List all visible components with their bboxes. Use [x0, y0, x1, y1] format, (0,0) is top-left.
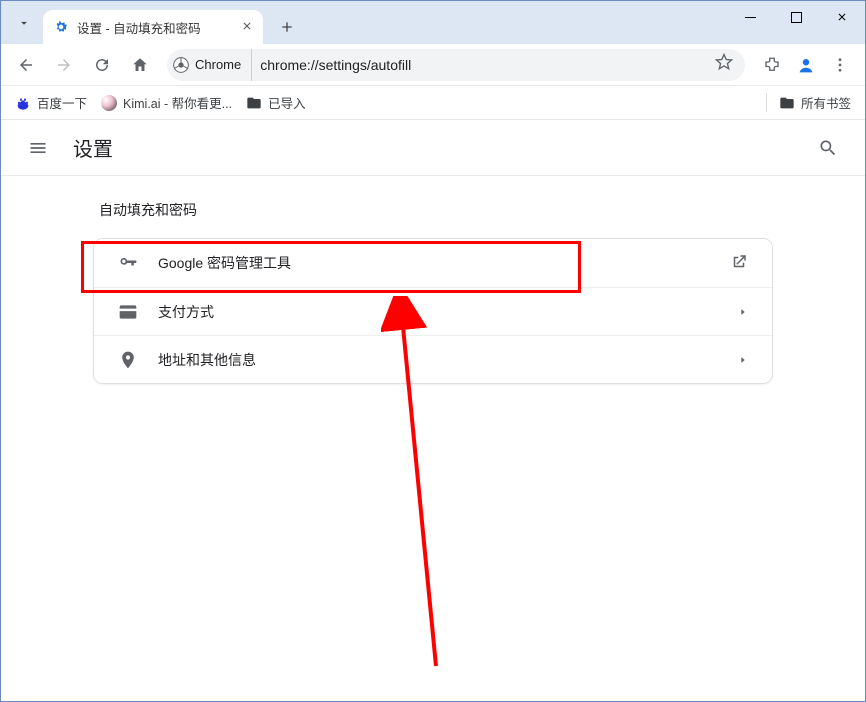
all-bookmarks-label: 所有书签	[801, 93, 851, 112]
row-payment-methods[interactable]: 支付方式	[94, 287, 772, 335]
credit-card-icon	[118, 302, 138, 322]
back-button[interactable]	[9, 48, 43, 82]
bookmark-label: Kimi.ai - 帮你看更...	[123, 93, 232, 112]
folder-icon	[779, 95, 795, 111]
chevron-right-icon	[738, 352, 748, 368]
menu-button[interactable]	[823, 48, 857, 82]
kimi-icon	[101, 95, 117, 111]
bookmark-kimi[interactable]: Kimi.ai - 帮你看更...	[101, 93, 232, 112]
row-password-manager[interactable]: Google 密码管理工具	[94, 239, 772, 287]
forward-button[interactable]	[47, 48, 81, 82]
row-label: Google 密码管理工具	[158, 253, 710, 273]
minimize-button[interactable]	[727, 1, 773, 33]
settings-card: Google 密码管理工具 支付方式 地址和其他信息	[93, 238, 773, 384]
close-window-button[interactable]	[819, 1, 865, 33]
window-controls	[727, 1, 865, 44]
autofill-section: 自动填充和密码 Google 密码管理工具 支付方式	[93, 200, 773, 384]
browser-tab[interactable]: 设置 - 自动填充和密码	[43, 10, 263, 44]
folder-icon	[246, 95, 262, 111]
page-title: 设置	[73, 133, 113, 162]
tab-search-dropdown[interactable]	[9, 8, 39, 38]
omnibox-url: chrome://settings/autofill	[260, 57, 707, 73]
section-title: 自动填充和密码	[99, 200, 773, 220]
profile-button[interactable]	[793, 52, 819, 78]
chrome-icon	[173, 57, 189, 73]
maximize-button[interactable]	[773, 1, 819, 33]
settings-header: 设置	[1, 120, 865, 176]
bookmark-baidu[interactable]: 百度一下	[15, 93, 87, 112]
browser-titlebar: 设置 - 自动填充和密码	[1, 1, 865, 44]
omnibox-chip[interactable]: Chrome	[173, 49, 252, 81]
settings-menu-button[interactable]	[21, 131, 55, 165]
bookmark-imported[interactable]: 已导入	[246, 93, 306, 112]
gear-icon	[53, 19, 69, 35]
bookmark-label: 百度一下	[37, 93, 87, 112]
open-external-icon	[730, 253, 748, 274]
omnibox[interactable]: Chrome chrome://settings/autofill	[167, 49, 745, 81]
location-icon	[118, 350, 138, 370]
tab-title: 设置 - 自动填充和密码	[77, 18, 233, 37]
bookmarks-bar: 百度一下 Kimi.ai - 帮你看更... 已导入 所有书签	[1, 86, 865, 120]
browser-toolbar: Chrome chrome://settings/autofill	[1, 44, 865, 86]
row-label: 支付方式	[158, 302, 718, 322]
baidu-icon	[15, 95, 31, 111]
row-addresses[interactable]: 地址和其他信息	[94, 335, 772, 383]
settings-search-button[interactable]	[811, 131, 845, 165]
bookmark-star-icon[interactable]	[715, 53, 733, 76]
key-icon	[118, 253, 138, 273]
close-tab-icon[interactable]	[241, 19, 253, 35]
omnibox-chip-label: Chrome	[195, 57, 241, 72]
bookmark-label: 已导入	[268, 93, 306, 112]
extensions-button[interactable]	[755, 48, 789, 82]
row-label: 地址和其他信息	[158, 350, 718, 370]
home-button[interactable]	[123, 48, 157, 82]
new-tab-button[interactable]	[273, 13, 301, 41]
settings-content: 自动填充和密码 Google 密码管理工具 支付方式	[1, 176, 865, 408]
reload-button[interactable]	[85, 48, 119, 82]
all-bookmarks-button[interactable]: 所有书签	[766, 93, 851, 112]
chevron-right-icon	[738, 304, 748, 320]
